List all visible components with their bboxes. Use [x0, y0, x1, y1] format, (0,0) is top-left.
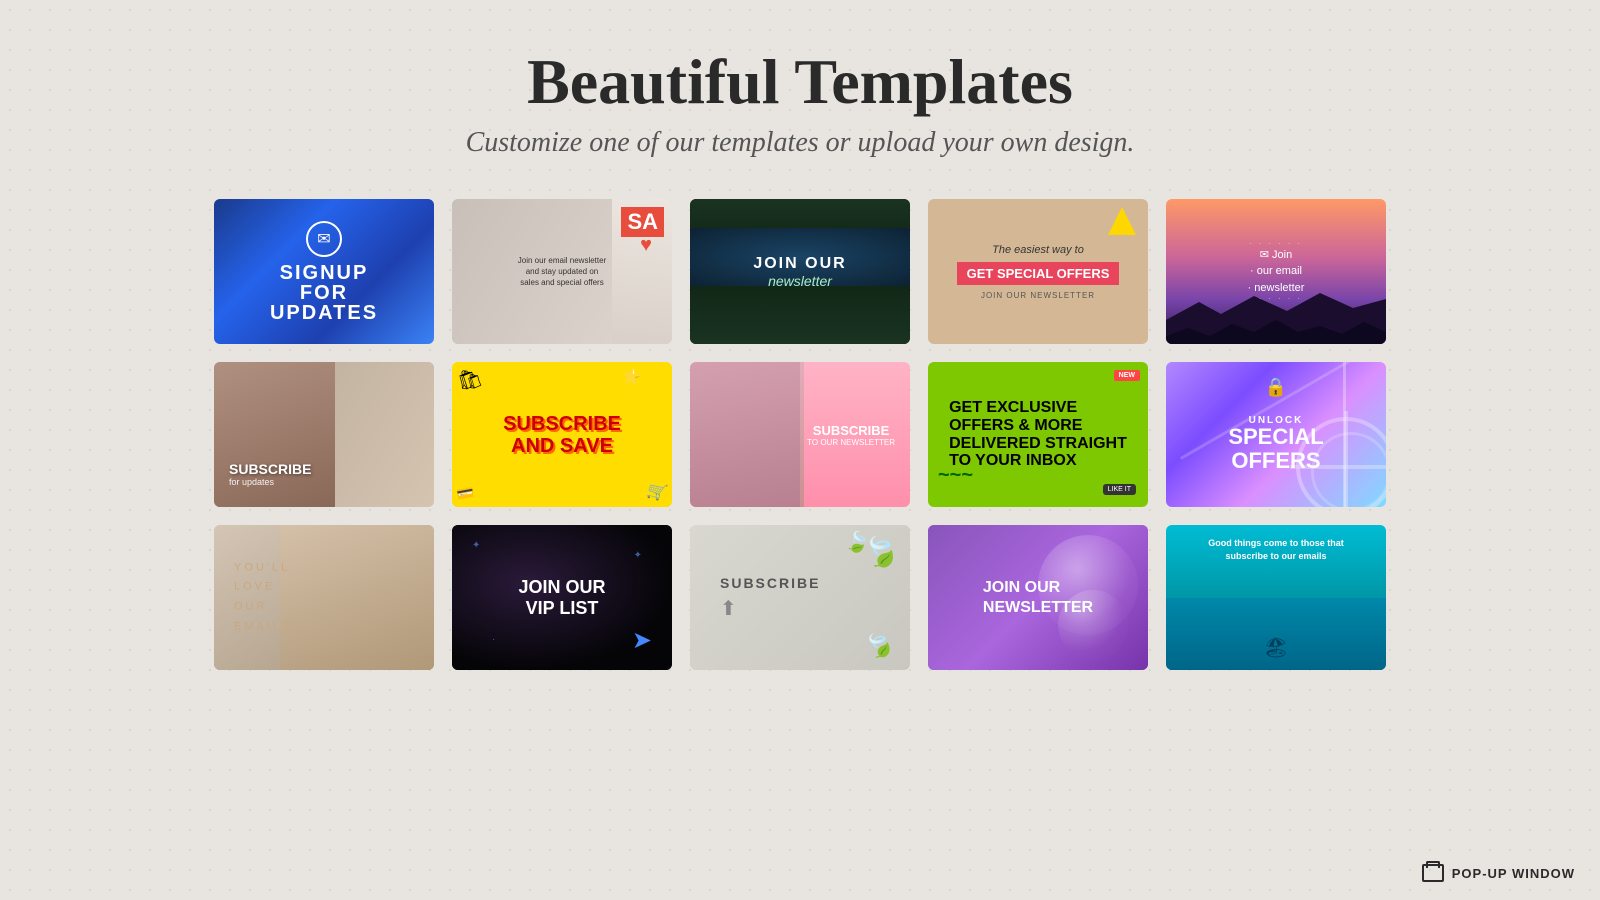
sale-badge: SA [621, 207, 664, 237]
template-card-newsletter-purple-bubble[interactable]: JOIN OURNEWSLETTER [928, 525, 1148, 670]
template-card-exclusive-offers-green[interactable]: NEW GET EXCLUSIVEOFFERS & MOREDELIVERED … [928, 362, 1148, 507]
template-card-unlock-special-offers[interactable]: 🔒 UNLOCK SPECIAL OFFERS [1166, 362, 1386, 507]
template-card-subscribe-pink[interactable]: SUBSCRIBE TO OUR NEWSLETTER [690, 362, 910, 507]
beach-chairs-decoration: 🏖 [1263, 635, 1288, 660]
new-badge: NEW [1114, 370, 1140, 381]
page-header: Beautiful Templates Customize one of our… [466, 45, 1135, 159]
envelope-icon: ✉ [306, 221, 342, 257]
template-card-join-newsletter-aerial[interactable]: JOIN OUR newsletter [690, 199, 910, 344]
heart-icon: ♥ [640, 234, 652, 257]
template-card-subscribe-save-yellow[interactable]: 🛍 ⭐ 💳 🛒 SUBSCRIBEAND SAVE [452, 362, 672, 507]
decoration-triangle [1108, 207, 1136, 235]
card-12-text: JOIN OURVIP LIST [518, 577, 605, 619]
card-4-content: The easiest way to GET SPECIAL OFFERS JO… [947, 234, 1130, 310]
arrow-icon: ⬆ [720, 596, 820, 621]
page-title: Beautiful Templates [466, 45, 1135, 119]
card-7-text: SUBSCRIBEAND SAVE [503, 413, 621, 457]
card-14-text: JOIN OURNEWSLETTER [968, 563, 1108, 631]
template-card-beach-good-things[interactable]: Good things come to those thatsubscribe … [1166, 525, 1386, 670]
templates-grid: ✉ SIGNUPFORUPDATES SA ♥ Join our email n… [214, 199, 1386, 670]
card-8-text: SUBSCRIBE TO OUR NEWSLETTER [807, 423, 895, 447]
blonde-model [280, 525, 434, 670]
card-6-text: SUBSCRIBE for updates [229, 461, 311, 487]
lock-icon: 🔒 [1265, 377, 1287, 398]
card-1-title: SIGNUPFORUPDATES [270, 263, 378, 323]
card-11-text: YOU'LLLOVEOUREMAILS [234, 558, 292, 637]
template-card-subscribe-desk[interactable]: 🍃 🍃 🍃 SUBSCRIBE ⬆ [690, 525, 910, 670]
card-5-text: · · · · · · ✉ Join· our email· newslette… [1248, 241, 1305, 303]
logo-text: POP-UP WINDOW [1452, 866, 1575, 881]
template-card-subscribe-fashion[interactable]: SUBSCRIBE for updates [214, 362, 434, 507]
like-button: LIKE IT [1103, 484, 1136, 495]
arrow-decoration: ➤ [632, 626, 652, 655]
popup-window-logo-icon [1422, 864, 1444, 882]
template-card-special-offers-beige[interactable]: The easiest way to GET SPECIAL OFFERS JO… [928, 199, 1148, 344]
logo-area: POP-UP WINDOW [1422, 864, 1575, 882]
template-card-youll-love-emails[interactable]: YOU'LLLOVEOUREMAILS [214, 525, 434, 670]
page-subtitle: Customize one of our templates or upload… [466, 127, 1135, 159]
card-13-text: SUBSCRIBE ⬆ [720, 575, 820, 621]
card-15-text: Good things come to those thatsubscribe … [1166, 537, 1386, 562]
template-card-mountain-newsletter[interactable]: · · · · · · ✉ Join· our email· newslette… [1166, 199, 1386, 344]
template-card-store-sale[interactable]: SA ♥ Join our email newsletter and stay … [452, 199, 672, 344]
template-card-signup-updates[interactable]: ✉ SIGNUPFORUPDATES [214, 199, 434, 344]
template-card-vip-list-dark[interactable]: ✦ ✦ · JOIN OURVIP LIST ➤ [452, 525, 672, 670]
card-2-description: Join our email newsletter and stay updat… [517, 255, 607, 289]
card-3-text: JOIN OUR newsletter [753, 255, 846, 289]
